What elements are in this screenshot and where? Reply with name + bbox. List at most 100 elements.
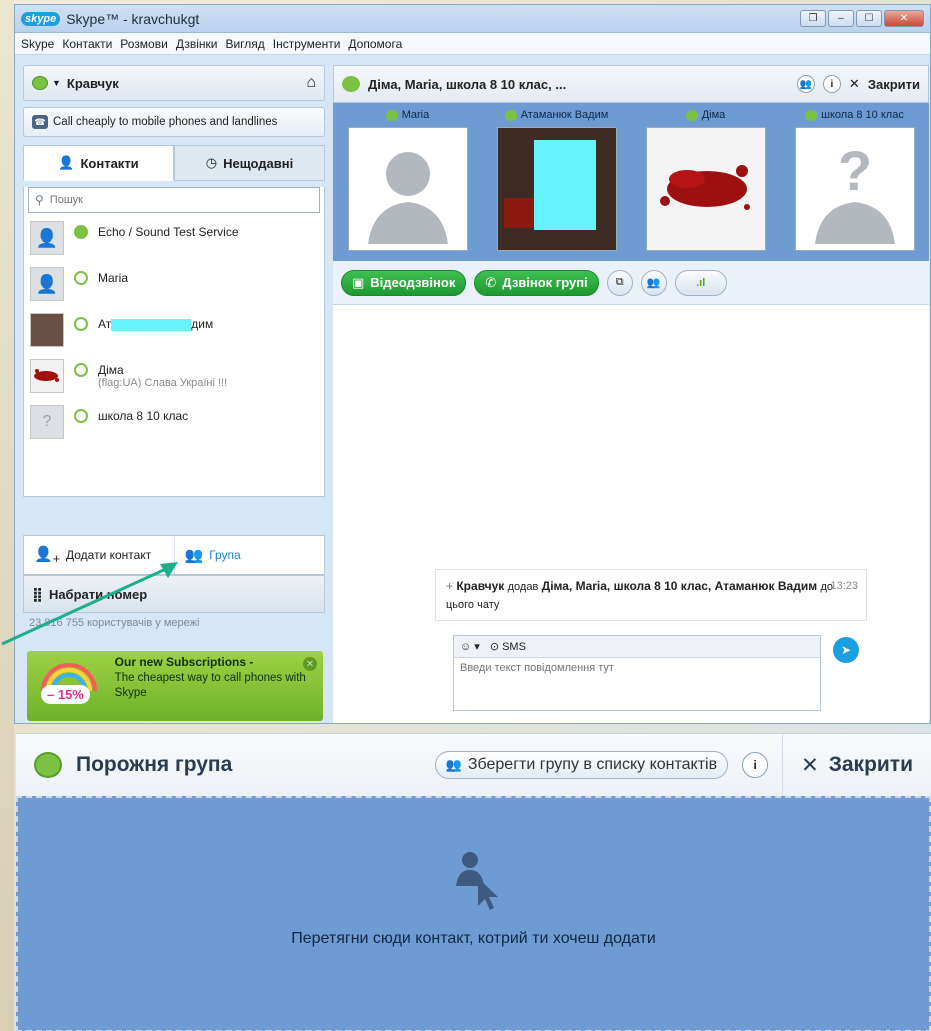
chevron-down-icon[interactable]: ▼ — [52, 78, 61, 88]
contact-item-vadym[interactable]: Ат дим — [24, 309, 324, 355]
composer-toolbar: ☺ ▾ ⊙ SMS — [454, 636, 820, 658]
promo-banner[interactable]: – 15% Our new Subscriptions - The cheape… — [27, 651, 323, 721]
participant-school[interactable]: школа 8 10 клас ? — [793, 109, 917, 261]
save-group-button[interactable]: 👥 Зберегти групу в списку контактів — [434, 751, 729, 779]
contact-drop-zone[interactable]: Перетягни сюди контакт, котрий ти хочеш … — [16, 796, 931, 1031]
tab-recent[interactable]: ◷ Нещодавні — [174, 145, 325, 181]
minimize-icon[interactable]: – — [828, 10, 854, 27]
group-title: Порожня група — [76, 753, 233, 776]
menu-calls[interactable]: Дзвінки — [176, 37, 218, 51]
message-input[interactable] — [454, 658, 820, 708]
promo-text: Our new Subscriptions - The cheapest way… — [115, 655, 315, 717]
menu-conversations[interactable]: Розмови — [120, 37, 168, 51]
contact-name-prefix: Ат — [98, 317, 112, 331]
info-icon[interactable]: i — [822, 75, 841, 93]
contact-item-maria[interactable]: 👤 Maria — [24, 263, 324, 309]
video-call-label: Відеодзвінок — [370, 275, 456, 290]
avatar — [30, 313, 64, 347]
message-time: 13:23 — [830, 580, 858, 592]
contact-item-school[interactable]: ? школа 8 10 клас — [24, 401, 324, 447]
close-icon[interactable]: ✕ — [303, 657, 317, 671]
menu-bar: Skype Контакти Розмови Дзвінки Вигляд Ін… — [15, 33, 930, 55]
close-conversation[interactable]: Закрити — [868, 77, 920, 92]
participant-maria[interactable]: Maria — [346, 109, 470, 261]
call-cheap-label: Call cheaply to mobile phones and landli… — [53, 116, 278, 128]
conversation-title[interactable]: Діма, Maria, школа 8 10 клас, ... — [368, 77, 566, 92]
tab-contacts-label: Контакти — [80, 155, 139, 171]
contact-item-dima[interactable]: Діма (flag:UA) Слава Україні !!! — [24, 355, 324, 401]
contact-name: школа 8 10 клас — [98, 409, 189, 423]
online-status-icon[interactable] — [32, 76, 48, 90]
person-icon: 👤 — [58, 155, 75, 170]
tab-recent-label: Нещодавні — [223, 155, 294, 171]
header-actions: 👥 i ✕ Закрити — [796, 75, 920, 93]
close-x-icon[interactable]: ✕ — [849, 76, 860, 92]
status-icon — [504, 109, 517, 121]
avatar: 👤 — [30, 267, 64, 301]
participant-dima[interactable]: Діма — [644, 109, 768, 261]
close-icon[interactable]: ✕ — [884, 10, 924, 27]
promo-body: The cheapest way to call phones with Sky… — [114, 672, 306, 699]
avatar — [496, 127, 617, 251]
avatar: ? — [794, 127, 915, 251]
blood-splatter-image — [34, 369, 59, 382]
menu-skype[interactable]: Skype — [21, 37, 54, 51]
search-box[interactable]: ⚲ — [28, 187, 320, 213]
offline-status-icon — [74, 363, 88, 377]
skype-logo: skype — [21, 11, 61, 26]
emoticon-icon[interactable]: ☺ ▾ — [460, 640, 480, 653]
status-icon — [385, 109, 398, 121]
blood-splatter-image — [659, 165, 750, 210]
window-controls: ❐ – ☐ ✕ — [800, 10, 924, 27]
maximize-icon[interactable]: ☐ — [856, 10, 882, 27]
send-icon[interactable]: ➤ — [833, 637, 859, 663]
avatar: 👤 — [30, 221, 64, 255]
participant-name: Атаманюк Вадим — [504, 109, 608, 121]
offline-status-icon — [74, 271, 88, 285]
group-call-label: Дзвінок групі — [502, 275, 588, 290]
status-icon — [685, 109, 698, 121]
close-group-button[interactable]: ✕ Закрити — [782, 734, 913, 796]
offline-status-icon — [74, 317, 88, 331]
contact-list: ⚲ 👤 Echo / Sound Test Service 👤 Maria — [23, 187, 325, 497]
plus-icon: + — [446, 579, 454, 593]
contact-name-suffix: дим — [191, 317, 214, 331]
call-phones-button[interactable]: ☎ Call cheaply to mobile phones and land… — [23, 107, 325, 137]
info-icon[interactable]: i — [742, 752, 769, 778]
profile-bar[interactable]: ▼ Кравчук ⌂ — [23, 65, 325, 101]
participants-icon[interactable]: 👥 — [796, 75, 815, 93]
contact-name: Ат дим — [98, 317, 213, 331]
menu-contacts[interactable]: Контакти — [62, 37, 112, 51]
tab-contacts[interactable]: 👤 Контакти — [23, 145, 174, 181]
contact-tabs: 👤 Контакти ◷ Нещодавні — [23, 145, 325, 181]
contact-item-echo[interactable]: 👤 Echo / Sound Test Service — [24, 217, 324, 263]
participant-name: Діма — [685, 109, 725, 121]
menu-tools[interactable]: Інструменти — [273, 37, 341, 51]
redaction-box — [111, 318, 192, 331]
add-group-label: Група — [209, 548, 241, 562]
svg-text:?: ? — [837, 139, 871, 202]
add-people-icon[interactable]: 👥 — [640, 269, 667, 296]
home-icon[interactable]: ⌂ — [306, 74, 316, 92]
video-call-button[interactable]: ▣ Відеодзвінок — [341, 269, 467, 296]
participant-vadym[interactable]: Атаманюк Вадим — [495, 109, 619, 261]
menu-help[interactable]: Допомога — [348, 37, 402, 51]
background-strip — [0, 0, 14, 1031]
participants-strip: Maria Атаманюк Вадим Діма школа 8 10 кла… — [333, 103, 929, 261]
conversation-pane: Діма, Maria, школа 8 10 клас, ... 👥 i ✕ … — [333, 65, 929, 723]
share-screen-icon[interactable]: ⧉ — [606, 269, 633, 296]
drop-instructions: Перетягни сюди контакт, котрий ти хочеш … — [291, 930, 656, 947]
avatar — [645, 127, 766, 251]
system-message: + Кравчук додав Діма, Maria, школа 8 10 … — [435, 569, 867, 621]
call-quality-icon[interactable]: .ıl — [674, 269, 727, 296]
online-status-icon — [74, 225, 88, 239]
sms-toggle[interactable]: ⊙ SMS — [490, 640, 526, 653]
menu-view[interactable]: Вигляд — [225, 37, 264, 51]
close-group-label: Закрити — [828, 753, 913, 776]
restore-icon[interactable]: ❐ — [800, 10, 826, 27]
group-icon — [34, 752, 62, 778]
location-icon: ⊙ — [489, 641, 500, 653]
group-call-button[interactable]: ✆ Дзвінок групі — [474, 269, 599, 296]
status-icon — [805, 109, 818, 121]
search-input[interactable] — [49, 194, 280, 206]
